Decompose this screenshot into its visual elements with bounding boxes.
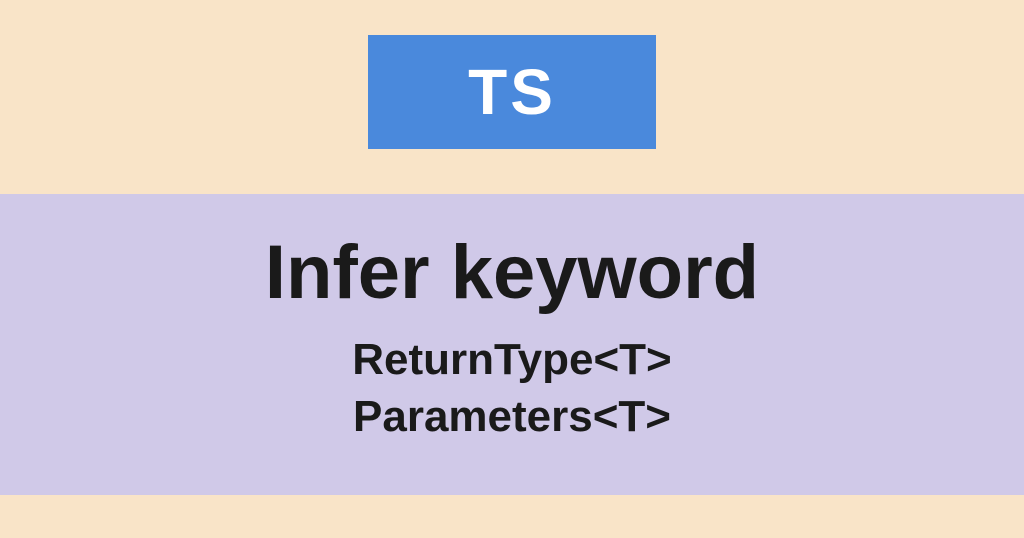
typescript-badge: TS [368, 35, 656, 149]
content-band: Infer keyword ReturnType<T> Parameters<T… [0, 194, 1024, 495]
subtitle-returntype: ReturnType<T> [352, 331, 671, 388]
subtitle-parameters: Parameters<T> [353, 388, 671, 445]
main-title: Infer keyword [265, 229, 759, 316]
